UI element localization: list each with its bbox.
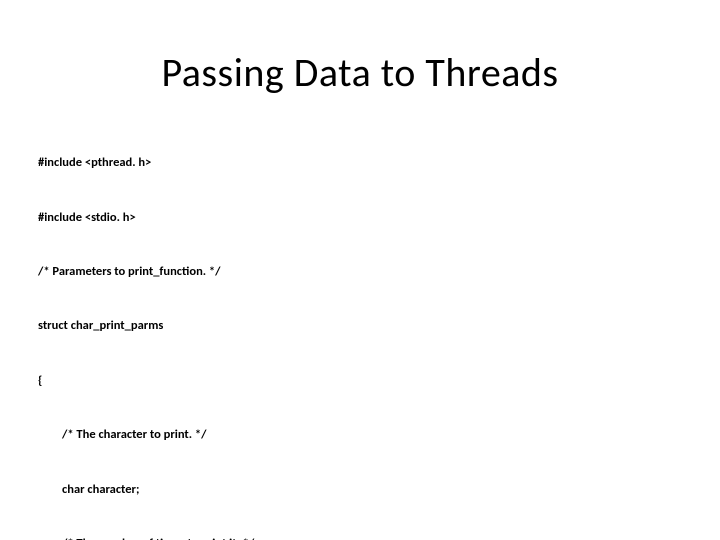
code-line: { bbox=[38, 372, 682, 390]
code-line: /* The number of times to print it. */ bbox=[38, 535, 682, 540]
code-line: /* Parameters to print_function. */ bbox=[38, 263, 682, 281]
slide: Passing Data to Threads #include <pthrea… bbox=[0, 0, 720, 540]
code-line: /* The character to print. */ bbox=[38, 426, 682, 444]
slide-title: Passing Data to Threads bbox=[0, 48, 720, 97]
code-line: char character; bbox=[38, 481, 682, 499]
code-line: struct char_print_parms bbox=[38, 317, 682, 335]
code-block: #include <pthread. h> #include <stdio. h… bbox=[38, 118, 682, 540]
code-line: #include <pthread. h> bbox=[38, 154, 682, 172]
code-line: #include <stdio. h> bbox=[38, 209, 682, 227]
